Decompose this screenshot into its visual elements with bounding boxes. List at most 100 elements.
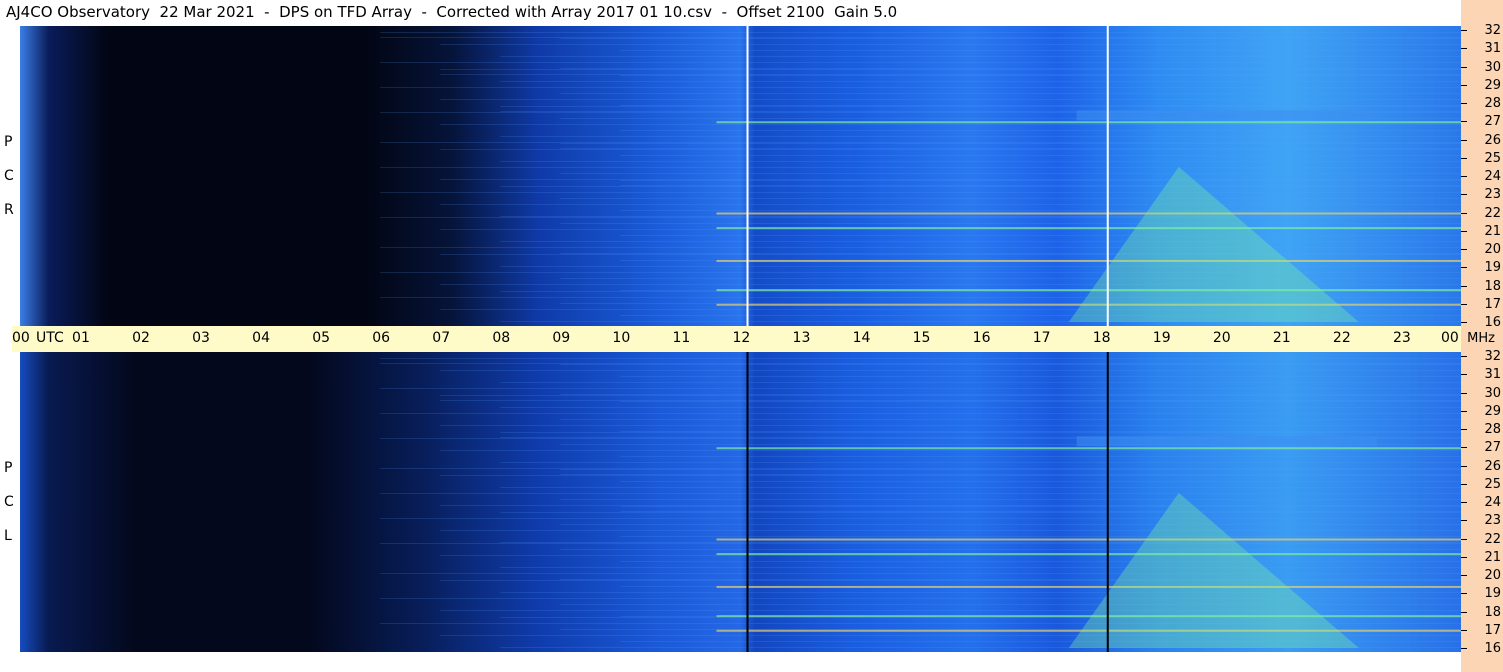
rcp-freq-tick-25 — [1461, 157, 1467, 159]
rcp-freq-label-20: 20 — [1484, 242, 1501, 257]
lcp-freq-tick-32 — [1461, 356, 1467, 357]
lcp-texture-line — [560, 474, 1461, 475]
rcp-texture-line — [440, 44, 1461, 45]
rcp-freq-label-29: 29 — [1484, 77, 1501, 93]
rcp-texture-line — [500, 241, 1461, 242]
lcp-texture-line — [500, 382, 1461, 383]
hour-label-15: 15 — [912, 330, 931, 346]
rcp-freq-tick-30 — [1461, 66, 1467, 68]
lcp-freq-label-23: 23 — [1484, 513, 1501, 529]
lcp-freq-tick-30 — [1461, 392, 1467, 394]
rcp-freq-label-23: 23 — [1484, 187, 1501, 203]
rcp-freq-label-31: 31 — [1484, 41, 1501, 57]
lcp-freq-tick-22 — [1461, 538, 1467, 540]
rcp-texture-line — [440, 124, 1461, 125]
rcp-freq-tick-20 — [1461, 249, 1467, 250]
rcp-texture-line — [440, 74, 1461, 75]
lcp-texture-line — [440, 530, 1461, 531]
rcp-freq-label-27: 27 — [1484, 114, 1501, 130]
rcp-freq-tick-21 — [1461, 230, 1467, 232]
rcp-texture-line — [440, 99, 1461, 100]
lcp-freq-label-26: 26 — [1484, 458, 1501, 474]
lcp-time-marker-0 — [746, 352, 749, 652]
lcp-time-marker-1 — [1106, 352, 1109, 652]
rcp-texture-line — [500, 216, 1461, 217]
hour-label-5: 05 — [312, 330, 331, 346]
lcp-freq-label-22: 22 — [1484, 531, 1501, 547]
rcp-bright-line — [716, 212, 1461, 215]
rcp-letter-p: P — [4, 134, 13, 150]
lcp-texture-line — [380, 468, 1461, 469]
rcp-freq-tick-18 — [1461, 285, 1467, 287]
rcp-freq-label-32: 32 — [1484, 23, 1501, 38]
lcp-freq-label-25: 25 — [1484, 476, 1501, 492]
hour-label-11: 11 — [672, 330, 691, 346]
hour-label-23: 23 — [1392, 330, 1411, 346]
lcp-texture-line — [380, 493, 1461, 494]
rcp-freq-label-26: 26 — [1484, 132, 1501, 148]
lcp-texture-line — [560, 524, 1461, 525]
rcp-texture-line — [440, 204, 1461, 205]
rcp-texture-line — [440, 254, 1461, 255]
rcp-texture-line — [380, 167, 1461, 168]
rcp-texture-line — [560, 253, 1461, 254]
lcp-freq-label-28: 28 — [1484, 422, 1501, 437]
rcp-texture-line — [500, 136, 1461, 137]
rcp-freq-tick-16 — [1461, 322, 1467, 323]
lcp-freq-tick-28 — [1461, 429, 1467, 430]
lcp-texture-line — [380, 363, 1461, 364]
rcp-texture-line — [560, 223, 1461, 224]
rcp-texture-line — [500, 81, 1461, 82]
lcp-bright-line — [716, 553, 1461, 556]
lcp-texture-line — [500, 407, 1461, 408]
lcp-band-27mhz — [1076, 436, 1377, 447]
rcp-texture-line — [440, 229, 1461, 230]
rcp-freq-tick-26 — [1461, 139, 1467, 141]
rcp-time-marker-1 — [1106, 26, 1109, 326]
rcp-freq-tick-22 — [1461, 212, 1467, 214]
lcp-texture-line — [500, 592, 1461, 593]
rcp-texture-line — [500, 266, 1461, 267]
rcp-texture-line — [500, 186, 1461, 187]
lcp-bright-line — [716, 585, 1461, 588]
lcp-texture-line — [440, 580, 1461, 581]
rcp-bright-line — [716, 259, 1461, 262]
lcp-label-strip: P C L — [0, 352, 20, 652]
lcp-texture-line — [440, 475, 1461, 476]
lcp-texture-line — [440, 400, 1461, 401]
hour-label-3: 03 — [192, 330, 210, 346]
hour-label-14: 14 — [852, 330, 871, 346]
rcp-texture-line — [380, 142, 1461, 143]
lcp-freq-label-24: 24 — [1484, 495, 1501, 510]
lcp-frequency-axis: 32 31 30 29 28 27 26 25 24 23 22 21 20 19 18 17 16 — [1461, 350, 1503, 672]
rcp-freq-label-17: 17 — [1484, 296, 1501, 312]
rcp-bright-line — [716, 289, 1461, 292]
lcp-freq-tick-20 — [1461, 575, 1467, 576]
lcp-emission-region — [1068, 492, 1359, 648]
rcp-freq-tick-32 — [1461, 30, 1467, 31]
rcp-freq-label-22: 22 — [1484, 205, 1501, 221]
rcp-freq-tick-24 — [1461, 176, 1467, 177]
lcp-freq-tick-27 — [1461, 447, 1467, 449]
lcp-texture-line — [440, 505, 1461, 506]
lcp-freq-label-19: 19 — [1484, 586, 1501, 602]
hour-label-13: 13 — [792, 330, 811, 346]
rcp-freq-tick-31 — [1461, 48, 1467, 50]
rcp-freq-label-30: 30 — [1484, 59, 1501, 75]
lcp-texture-line — [380, 358, 1461, 359]
rcp-freq-tick-29 — [1461, 84, 1467, 86]
lcp-freq-tick-29 — [1461, 410, 1467, 412]
rcp-texture-line — [560, 148, 1461, 149]
rcp-freq-label-19: 19 — [1484, 260, 1501, 276]
rcp-freq-tick-23 — [1461, 194, 1467, 196]
lcp-freq-label-27: 27 — [1484, 440, 1501, 456]
rcp-texture-line — [560, 173, 1461, 174]
lcp-freq-label-16: 16 — [1484, 641, 1501, 656]
lcp-texture-line — [500, 432, 1461, 433]
lcp-texture-line — [440, 450, 1461, 451]
utc-unit-label: UTC — [36, 330, 64, 346]
lcp-freq-tick-24 — [1461, 502, 1467, 503]
rcp-letter-c: C — [4, 168, 14, 184]
rcp-spectrogram-overlay — [380, 26, 1461, 326]
rcp-texture-line — [500, 106, 1461, 107]
